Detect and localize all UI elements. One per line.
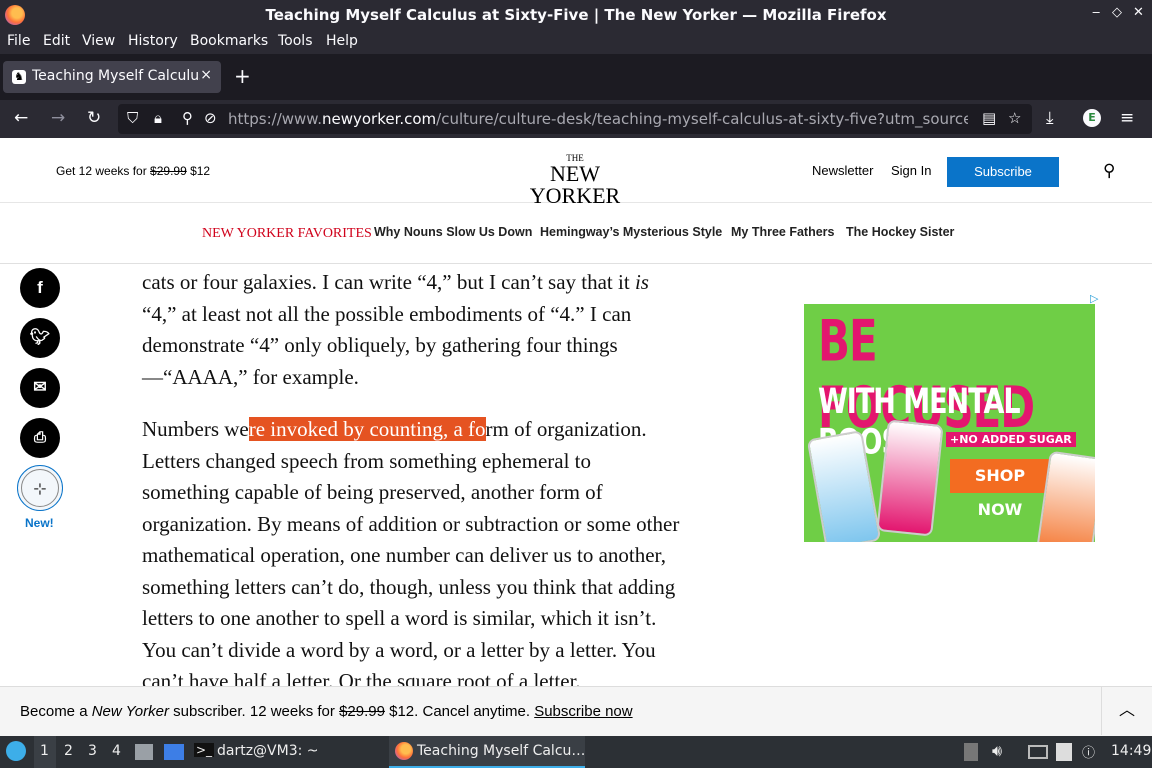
shield-icon[interactable]: ⛉ <box>127 109 138 127</box>
ad-shop-now-button[interactable]: SHOP NOW <box>950 459 1050 519</box>
volume-icon[interactable]: 🔊︎ <box>992 741 1002 761</box>
save-bookmark-button[interactable]: ⊹ <box>17 465 63 511</box>
workspace-2[interactable]: 2 <box>64 743 73 759</box>
network-icon[interactable] <box>1028 745 1048 759</box>
clipboard-icon[interactable] <box>964 743 978 761</box>
extension-e-icon[interactable]: E <box>1083 109 1101 127</box>
text-selection: re invoked by counting, a fo <box>248 417 486 441</box>
workspace-1[interactable]: 1 <box>40 743 49 759</box>
permissions-icon[interactable]: ⚲ <box>182 109 193 127</box>
favorite-link[interactable]: The Hockey Sister <box>846 225 954 239</box>
navigation-bar: ← → ↻ ⛉ 🔒︎ ⚲ ⊘ https://www.newyorker.com… <box>0 100 1152 138</box>
back-arrow-icon[interactable]: ← <box>14 108 28 128</box>
firefox-window-title: Teaching Myself Calcu… <box>417 743 586 759</box>
window-title: Teaching Myself Calculus at Sixty-Five |… <box>265 6 887 24</box>
firefox-taskbar-item[interactable]: Teaching Myself Calcu… <box>389 736 585 768</box>
menu-bar: File Edit View History Bookmarks Tools H… <box>0 30 1152 54</box>
bookmark-add-icon: ⊹ <box>21 469 59 507</box>
tab-active[interactable]: ♞ Teaching Myself Calculus at Sixty-Five… <box>3 61 221 93</box>
newsletter-link[interactable]: Newsletter <box>812 163 873 178</box>
favorite-link[interactable]: Why Nouns Slow Us Down <box>374 225 532 239</box>
twitter-share-icon[interactable]: 🐦︎ <box>20 318 60 358</box>
sign-in-link[interactable]: Sign In <box>891 163 931 178</box>
hamburger-menu-icon[interactable]: ≡ <box>1120 108 1134 128</box>
email-share-icon[interactable]: ✉ <box>20 368 60 408</box>
article-paragraph: Numbers were invoked by counting, a form… <box>142 417 680 693</box>
reload-icon[interactable]: ↻ <box>87 108 101 128</box>
tab-strip: ♞ Teaching Myself Calculus at Sixty-Five… <box>0 54 1152 100</box>
search-icon[interactable]: ⚲ <box>1103 161 1115 181</box>
header-promo[interactable]: Get 12 weeks for $29.99 $12 <box>56 164 210 178</box>
subscribe-now-link[interactable]: Subscribe now <box>534 703 632 720</box>
tab-label: Teaching Myself Calculus at Sixty-Five <box>32 68 200 84</box>
favorites-title: NEW YORKER FAVORITES <box>202 226 372 241</box>
taskbar: 1 2 3 4 >_ dartz@VM3: ~ Teaching Myself … <box>0 736 1152 768</box>
terminal-window[interactable]: dartz@VM3: ~ <box>217 743 319 759</box>
bookmark-star-icon[interactable]: ☆ <box>1008 109 1021 127</box>
minimize-icon[interactable]: ‒ <box>1092 5 1100 20</box>
subscribe-banner-text: Become a New Yorker subscriber. 12 weeks… <box>20 703 633 720</box>
site-header: Get 12 weeks for $29.99 $12 THE NEW YORK… <box>0 139 1152 207</box>
menu-history[interactable]: History <box>128 33 178 49</box>
article-paragraph: cats or four galaxies. I can write “4,” … <box>142 270 649 389</box>
new-yorker-favicon-icon: ♞ <box>12 70 26 84</box>
favorite-link[interactable]: My Three Fathers <box>731 225 835 239</box>
new-tab-button[interactable]: + <box>234 64 251 88</box>
terminal-icon[interactable]: >_ <box>194 743 215 757</box>
article-body: cats or four galaxies. I can write “4,” … <box>142 267 682 719</box>
favorite-link[interactable]: Hemingway’s Mysterious Style <box>540 225 722 239</box>
subscribe-banner: Become a New Yorker subscriber. 12 weeks… <box>0 686 1152 736</box>
new-yorker-logo[interactable]: THE NEW YORKER <box>510 154 640 207</box>
lock-icon[interactable]: 🔒︎ <box>154 109 162 127</box>
favorites-nav: NEW YORKER FAVORITES Why Nouns Slow Us D… <box>0 204 1152 264</box>
app-launcher-icon[interactable] <box>6 741 26 761</box>
menu-edit[interactable]: Edit <box>43 33 70 49</box>
new-label: New! <box>25 516 54 530</box>
autoplay-blocked-icon[interactable]: ⊘ <box>204 109 217 127</box>
subscribe-button[interactable]: Subscribe <box>947 157 1059 187</box>
notification-icon[interactable]: ⓘ <box>1082 742 1095 761</box>
url-text[interactable]: https://www.newyorker.com/culture/cultur… <box>228 110 968 128</box>
ad-tagline: +NO ADDED SUGAR <box>946 432 1076 447</box>
url-bar[interactable]: ⛉ 🔒︎ ⚲ ⊘ https://www.newyorker.com/cultu… <box>118 104 1032 134</box>
file-manager-icon[interactable] <box>135 744 153 760</box>
downloads-icon[interactable]: ⤓ <box>1046 108 1054 128</box>
menu-view[interactable]: View <box>82 33 115 49</box>
menu-tools[interactable]: Tools <box>278 33 313 49</box>
firefox-icon <box>395 742 413 760</box>
desktop-icon[interactable] <box>164 744 184 760</box>
tab-close-icon[interactable]: × <box>200 67 212 83</box>
ad-can-image <box>876 419 944 537</box>
menu-help[interactable]: Help <box>326 33 358 49</box>
menu-bookmarks[interactable]: Bookmarks <box>190 33 268 49</box>
close-icon[interactable]: ✕ <box>1133 5 1144 20</box>
forward-arrow-icon[interactable]: → <box>51 108 65 128</box>
clock: 14:49 <box>1111 743 1152 759</box>
notes-icon[interactable] <box>1056 743 1072 761</box>
menu-file[interactable]: File <box>7 33 30 49</box>
workspace-4[interactable]: 4 <box>112 743 121 759</box>
window-titlebar: Teaching Myself Calculus at Sixty-Five |… <box>0 0 1152 30</box>
print-icon[interactable]: ⎙ <box>20 418 60 458</box>
maximize-icon[interactable]: ◇ <box>1112 5 1122 20</box>
chevron-up-icon[interactable]: ︿ <box>1101 687 1152 735</box>
reader-view-icon[interactable]: ▤ <box>982 109 996 127</box>
energy-drink-ad[interactable]: BE FOCUSED WITH MENTAL BOOST +NO ADDED S… <box>804 304 1095 542</box>
workspace-3[interactable]: 3 <box>88 743 97 759</box>
facebook-share-icon[interactable]: f <box>20 268 60 308</box>
